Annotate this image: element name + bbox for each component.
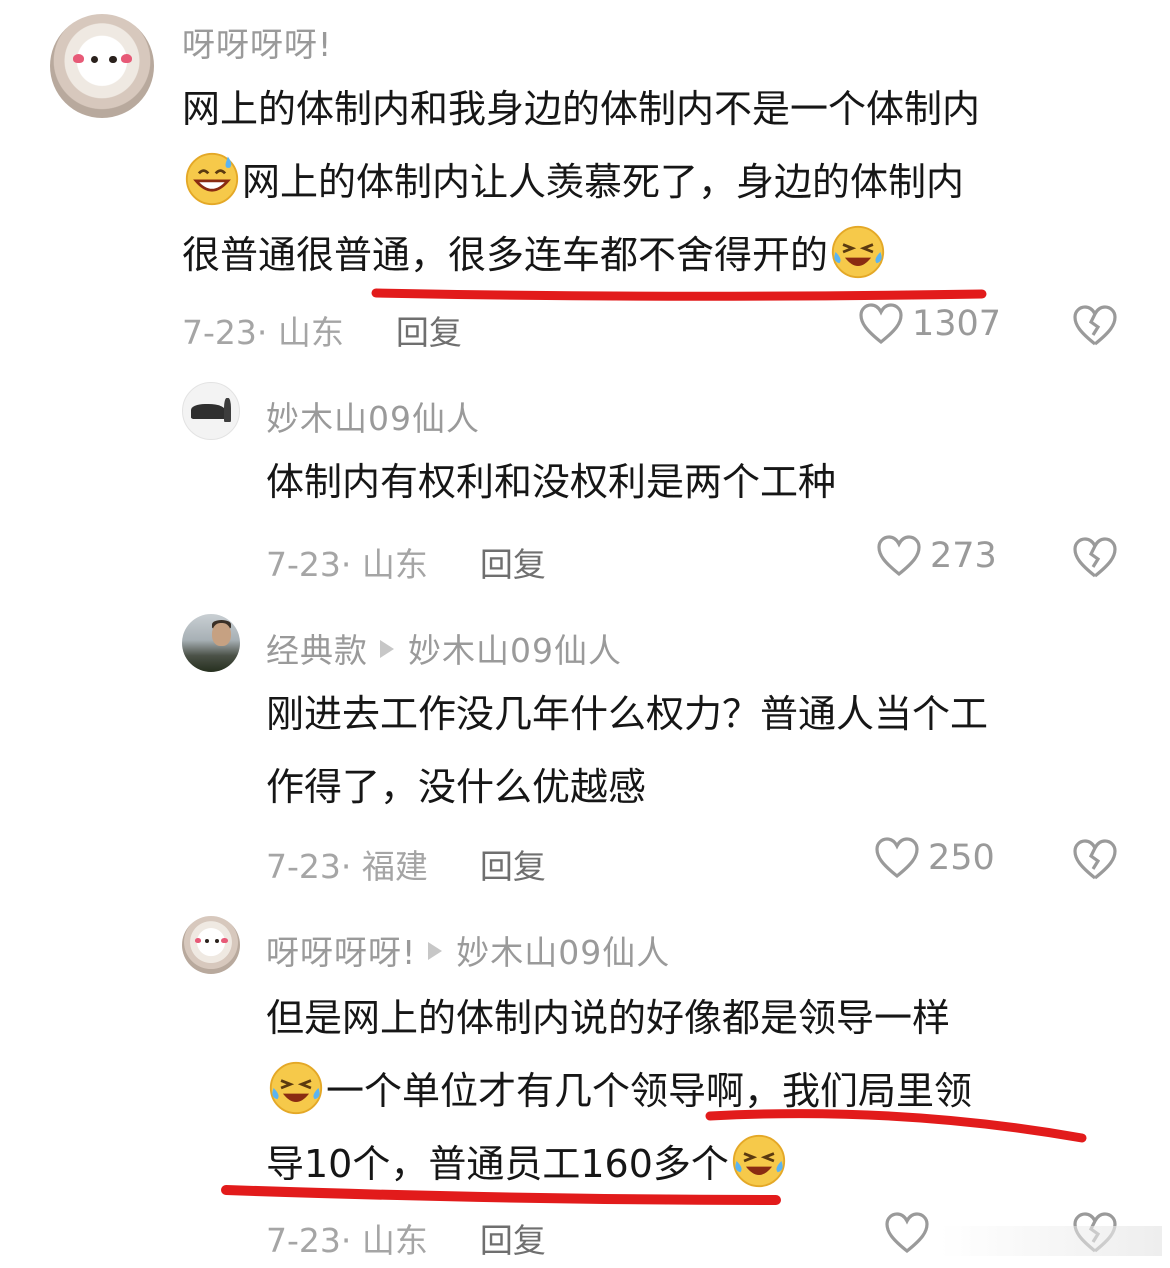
reply-button[interactable]: 回复 (480, 545, 546, 584)
avatar[interactable] (182, 614, 240, 672)
reply-button[interactable]: 回复 (480, 1221, 546, 1260)
comment-location: · 山东 (340, 1221, 428, 1260)
avatar[interactable] (182, 382, 240, 440)
rolling-laughing-emoji-icon (269, 1061, 323, 1115)
comment-text: 但是网上的体制内说的好像都是领导一样 一个单位才有几个领导啊，我们局里领 导10… (266, 982, 1146, 1201)
watermark-overlay (940, 1226, 1162, 1256)
reply-button[interactable]: 回复 (480, 847, 546, 886)
comment-text-line: 体制内有权利和没权利是两个工种 (266, 460, 837, 504)
comment-text-line: 刚进去工作没几年什么权力？普通人当个工 (266, 692, 989, 736)
like-button[interactable]: 250 (874, 837, 995, 879)
like-count: 1307 (912, 304, 1002, 344)
comment-text-line: 作得了，没什么优越感 (266, 765, 647, 809)
comment-location: · 山东 (340, 545, 428, 584)
comment-text-line: 网上的体制内和我身边的体制内不是一个体制内 (182, 87, 981, 131)
comment-location: · 山东 (256, 313, 344, 352)
reply-to-user[interactable]: 妙木山09仙人 (408, 631, 622, 670)
comment-date: 7-23 (266, 847, 341, 886)
comment-username: 经典款 妙木山09仙人 (266, 624, 622, 672)
comment-text-line: 但是网上的体制内说的好像都是领导一样 (266, 996, 951, 1040)
heart-icon (877, 535, 921, 577)
comment-text: 刚进去工作没几年什么权力？普通人当个工 作得了，没什么优越感 (266, 678, 1146, 824)
like-button[interactable]: 273 (876, 535, 997, 577)
comment-username: 呀呀呀呀! 妙木山09仙人 (266, 926, 670, 974)
dislike-broken-heart-icon[interactable] (1072, 537, 1118, 579)
comment-author[interactable]: 经典款 (266, 631, 368, 670)
comment-username[interactable]: 呀呀呀呀! (182, 18, 332, 66)
dislike-broken-heart-icon[interactable] (1072, 305, 1118, 347)
comment-location: · 福建 (340, 847, 428, 886)
comment-date: 7-23 (266, 1221, 341, 1260)
like-button[interactable] (884, 1212, 938, 1254)
heart-icon (885, 1212, 929, 1254)
rolling-laughing-emoji-icon (831, 225, 885, 279)
comment-meta: 7-23· 福建 回复 (266, 840, 546, 888)
like-button[interactable]: 1307 (858, 303, 1001, 345)
comment-text-segment: 网上的体制内让人羡慕死了，身边的体制内 (242, 160, 965, 204)
comment-meta: 7-23· 山东 回复 (182, 306, 462, 354)
avatar[interactable] (50, 14, 154, 118)
heart-icon (859, 303, 903, 345)
like-count: 273 (930, 536, 997, 576)
comment-username[interactable]: 妙木山09仙人 (266, 392, 480, 440)
comment-meta: 7-23· 山东 回复 (266, 1214, 546, 1262)
comment-meta: 7-23· 山东 回复 (266, 538, 546, 586)
reply-arrow-icon (428, 942, 443, 960)
red-underline-annotation (705, 1109, 1087, 1143)
comment-author[interactable]: 呀呀呀呀! (266, 933, 416, 972)
comment-text: 体制内有权利和没权利是两个工种 (266, 446, 1146, 519)
comment-text-segment: 很普通很普通，很多连车都不舍得开的 (182, 233, 829, 277)
comment-text-line: 网上的体制内让人羡慕死了，身边的体制内 (182, 146, 1142, 219)
laughing-sweat-emoji-icon (185, 152, 239, 206)
reply-button[interactable]: 回复 (396, 313, 462, 352)
avatar[interactable] (182, 916, 240, 974)
comment-date: 7-23 (266, 545, 341, 584)
heart-icon (875, 837, 919, 879)
red-underline-annotation (221, 1185, 781, 1205)
like-count: 250 (928, 838, 995, 878)
reply-to-user[interactable]: 妙木山09仙人 (456, 933, 670, 972)
dislike-broken-heart-icon[interactable] (1072, 839, 1118, 881)
comment-text: 网上的体制内和我身边的体制内不是一个体制内 网上的体制内让人羡慕死了，身边的体制… (182, 73, 1142, 292)
reply-arrow-icon (380, 640, 394, 658)
comment-date: 7-23 (182, 313, 257, 352)
